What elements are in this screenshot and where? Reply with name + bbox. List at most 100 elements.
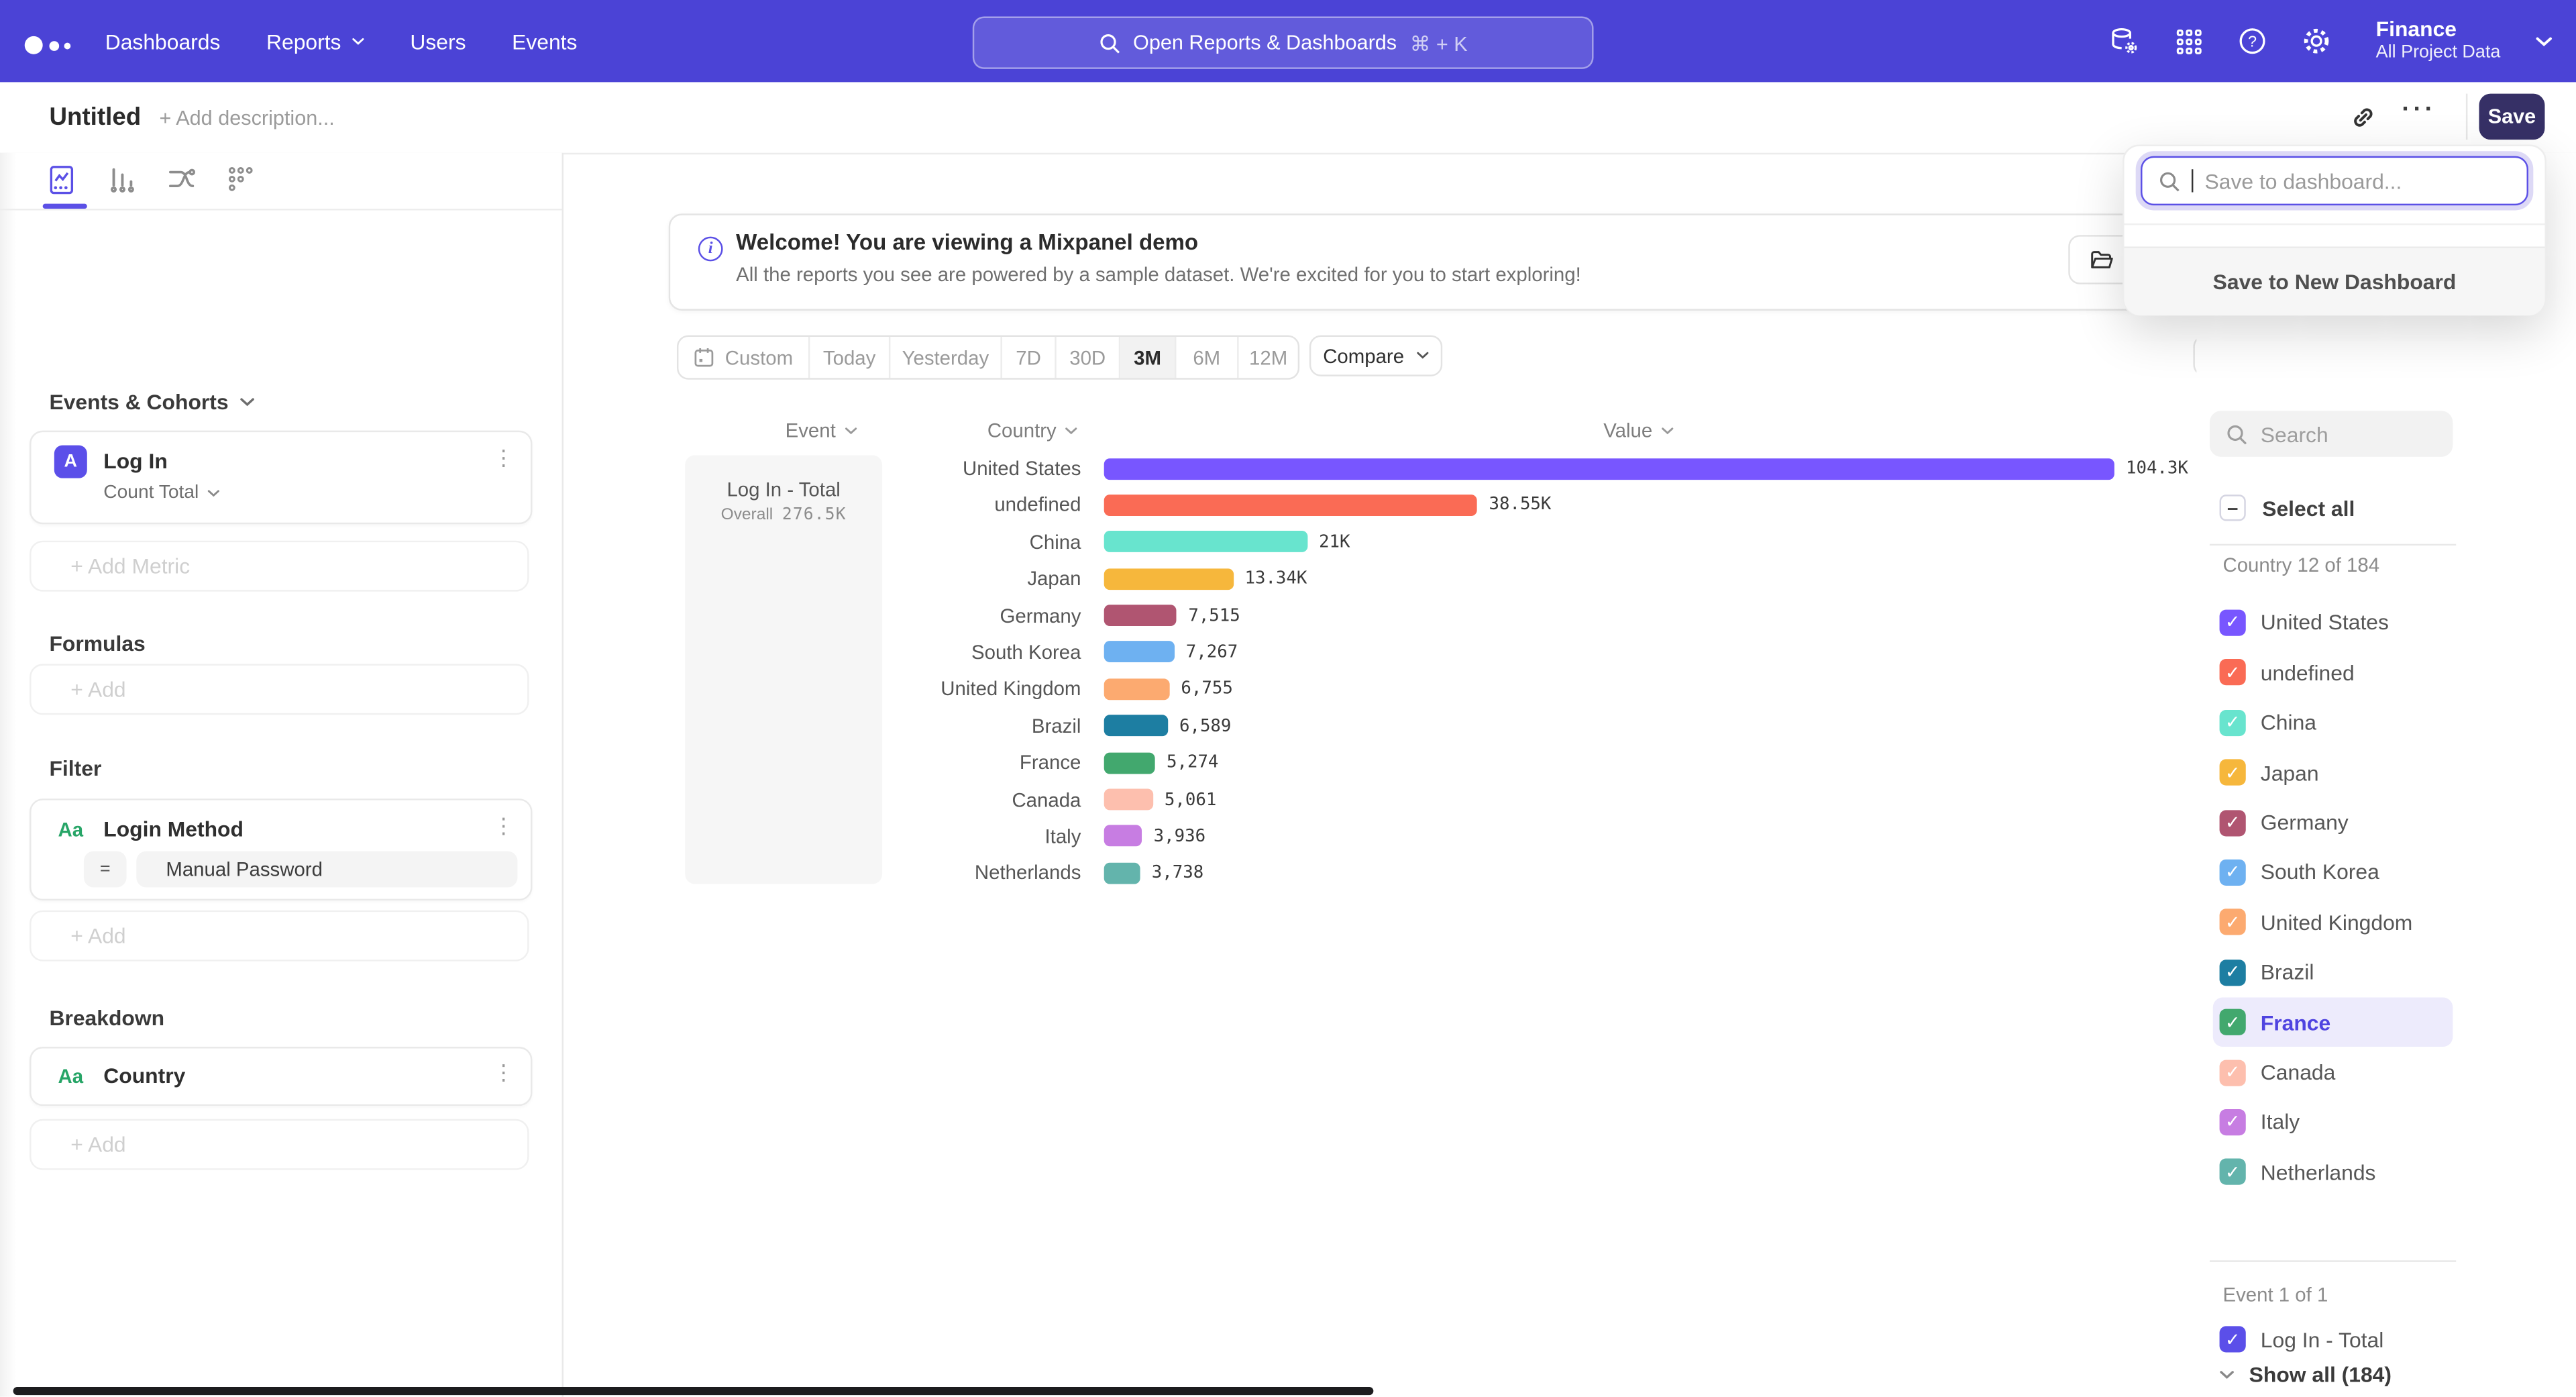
country-item-south-korea[interactable]: ✓South Korea bbox=[2196, 847, 2576, 897]
horizontal-scrollbar-thumb[interactable] bbox=[13, 1387, 1374, 1395]
select-all-checkbox-indeterminate[interactable]: – bbox=[2220, 495, 2246, 521]
country-item-china[interactable]: ✓China bbox=[2196, 698, 2576, 747]
events-cohorts-heading[interactable]: Events & Cohorts bbox=[49, 389, 254, 414]
checkbox-checked[interactable]: ✓ bbox=[2220, 809, 2246, 835]
add-description-placeholder[interactable]: + Add description... bbox=[160, 107, 335, 130]
checkbox-checked[interactable]: ✓ bbox=[2220, 1009, 2246, 1035]
range-7d[interactable]: 7D bbox=[1002, 337, 1057, 378]
tab-insights-icon[interactable] bbox=[43, 161, 79, 197]
save-dashboard-search-input[interactable]: Save to dashboard... bbox=[2141, 156, 2528, 205]
country-item-netherlands[interactable]: ✓Netherlands bbox=[2196, 1147, 2576, 1197]
settings-gear-icon[interactable] bbox=[2302, 26, 2331, 56]
range-30d[interactable]: 30D bbox=[1057, 337, 1121, 378]
country-item-undefined[interactable]: ✓undefined bbox=[2196, 648, 2576, 697]
bar[interactable] bbox=[1104, 458, 2114, 479]
save-to-new-dashboard-button[interactable]: Save to New Dashboard bbox=[2125, 246, 2545, 315]
breakdown-heading: Breakdown bbox=[49, 1006, 164, 1031]
nav-item-events[interactable]: Events bbox=[512, 29, 577, 54]
country-item-italy[interactable]: ✓Italy bbox=[2196, 1097, 2576, 1147]
series-search-input[interactable]: Search bbox=[2210, 411, 2453, 457]
chart-row-japan: Japan13.34K bbox=[0, 561, 2185, 598]
checkbox-checked[interactable]: ✓ bbox=[2220, 709, 2246, 735]
bar[interactable] bbox=[1104, 495, 1478, 516]
tab-retention-icon[interactable] bbox=[222, 161, 258, 197]
chevron-down-icon[interactable] bbox=[2535, 36, 2553, 47]
checkbox-checked[interactable]: ✓ bbox=[2220, 1109, 2246, 1135]
tab-flows-icon[interactable] bbox=[162, 161, 199, 197]
bar-value: 5,274 bbox=[1167, 753, 1218, 772]
checkbox-checked[interactable]: ✓ bbox=[2220, 660, 2246, 686]
svg-text:?: ? bbox=[2248, 32, 2257, 50]
nav-item-reports[interactable]: Reports bbox=[266, 29, 364, 54]
country-item-united-kingdom[interactable]: ✓United Kingdom bbox=[2196, 897, 2576, 947]
compare-button[interactable]: Compare bbox=[1309, 335, 1442, 376]
global-search-button[interactable]: Open Reports & Dashboards ⌘ + K bbox=[973, 16, 1594, 68]
tab-funnels-icon[interactable] bbox=[103, 161, 140, 197]
bar[interactable] bbox=[1104, 862, 1140, 884]
checkbox-checked[interactable]: ✓ bbox=[2220, 1159, 2246, 1185]
bar[interactable] bbox=[1104, 605, 1177, 626]
checkbox-checked[interactable]: ✓ bbox=[2220, 1059, 2246, 1085]
bar-chart: United States104.3Kundefined38.55KChina2… bbox=[0, 450, 2185, 892]
bar[interactable] bbox=[1104, 641, 1175, 663]
column-header-value[interactable]: Value bbox=[1603, 419, 1674, 442]
data-connections-icon[interactable] bbox=[2110, 26, 2139, 56]
bar[interactable] bbox=[1104, 825, 1142, 847]
range-3m[interactable]: 3M bbox=[1120, 337, 1176, 378]
top-nav-right: ? Finance All Project Data bbox=[2110, 0, 2553, 82]
country-item-canada[interactable]: ✓Canada bbox=[2196, 1047, 2576, 1097]
range-yesterday[interactable]: Yesterday bbox=[890, 337, 1002, 378]
primary-nav: Dashboards Reports Users Events bbox=[105, 0, 578, 82]
bar[interactable] bbox=[1104, 678, 1170, 700]
nav-item-users[interactable]: Users bbox=[410, 29, 466, 54]
global-search-label: Open Reports & Dashboards bbox=[1133, 32, 1397, 54]
bar[interactable] bbox=[1104, 752, 1155, 774]
checkbox-checked[interactable]: ✓ bbox=[2220, 760, 2246, 786]
chart-row-netherlands: Netherlands3,738 bbox=[0, 855, 2185, 892]
divider bbox=[2210, 544, 2456, 546]
show-all-toggle[interactable]: Show all (184) bbox=[2220, 1362, 2392, 1387]
event-series-checkbox-row[interactable]: ✓ Log In - Total bbox=[2220, 1326, 2384, 1352]
breakdown-property-name[interactable]: Country bbox=[103, 1063, 185, 1088]
bar[interactable] bbox=[1104, 568, 1234, 590]
bar-value: 3,738 bbox=[1152, 863, 1203, 882]
range-today[interactable]: Today bbox=[810, 337, 890, 378]
apps-grid-icon[interactable] bbox=[2174, 26, 2203, 56]
country-item-germany[interactable]: ✓Germany bbox=[2196, 798, 2576, 847]
mixpanel-logo-icon[interactable] bbox=[25, 32, 80, 51]
copy-link-icon[interactable] bbox=[2349, 103, 2379, 133]
country-item-united-states[interactable]: ✓United States bbox=[2196, 598, 2576, 648]
project-switcher[interactable]: Finance All Project Data bbox=[2376, 18, 2501, 64]
add-breakdown-button[interactable]: + Add bbox=[30, 1119, 529, 1170]
help-icon[interactable]: ? bbox=[2238, 26, 2267, 56]
more-actions-button[interactable]: ··· bbox=[2402, 95, 2436, 123]
column-header-country[interactable]: Country bbox=[987, 419, 1078, 442]
chart-row-brazil: Brazil6,589 bbox=[0, 708, 2185, 745]
bar[interactable] bbox=[1104, 715, 1168, 737]
range-6m[interactable]: 6M bbox=[1176, 337, 1238, 378]
nav-item-dashboards[interactable]: Dashboards bbox=[105, 29, 221, 54]
bar[interactable] bbox=[1104, 531, 1307, 553]
country-item-brazil[interactable]: ✓Brazil bbox=[2196, 947, 2576, 997]
column-header-event[interactable]: Event bbox=[786, 419, 857, 442]
event-group-label: Event 1 of 1 bbox=[2222, 1284, 2328, 1306]
bar[interactable] bbox=[1104, 789, 1153, 811]
checkbox-checked[interactable]: ✓ bbox=[2220, 610, 2246, 636]
bar-label: Germany bbox=[756, 604, 1081, 627]
country-item-france[interactable]: ✓France bbox=[2196, 997, 2576, 1047]
country-item-japan[interactable]: ✓Japan bbox=[2196, 747, 2576, 797]
add-filter-button[interactable]: + Add bbox=[30, 911, 529, 962]
checkbox-checked[interactable]: ✓ bbox=[2220, 960, 2246, 986]
range-custom[interactable]: Custom bbox=[678, 337, 810, 378]
range-12m[interactable]: 12M bbox=[1239, 337, 1298, 378]
checkbox-checked[interactable]: ✓ bbox=[2220, 1326, 2246, 1352]
checkbox-checked[interactable]: ✓ bbox=[2220, 909, 2246, 935]
kebab-menu-icon[interactable]: ⋮ bbox=[493, 1062, 515, 1083]
chart-row-france: France5,274 bbox=[0, 745, 2185, 782]
report-title[interactable]: Untitled bbox=[49, 103, 141, 132]
bar-label: Italy bbox=[756, 825, 1081, 847]
breakdown-card-country[interactable]: Aa Country ⋮ bbox=[30, 1047, 532, 1106]
save-button[interactable]: Save bbox=[2479, 94, 2545, 140]
select-all-row[interactable]: – Select all bbox=[2220, 495, 2355, 521]
checkbox-checked[interactable]: ✓ bbox=[2220, 860, 2246, 886]
